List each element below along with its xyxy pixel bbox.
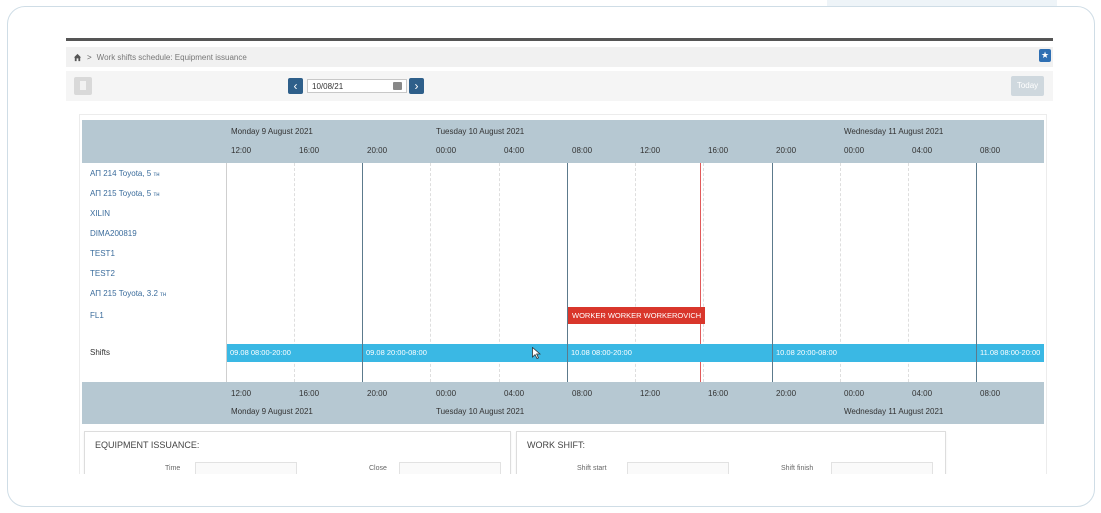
- date-input[interactable]: 10/08/21: [307, 79, 407, 93]
- shift-bar[interactable]: 09.08 08:00-20:00: [227, 344, 362, 362]
- shift-bar[interactable]: 10.08 20:00-08:00: [773, 344, 976, 362]
- document-icon[interactable]: [74, 77, 92, 95]
- day-label-monday: Monday 9 August 2021: [231, 407, 313, 416]
- shift-finish-input[interactable]: [831, 462, 933, 474]
- tick-label: 00:00: [436, 146, 457, 155]
- timeline-grid: Monday 9 August 2021 Tuesday 10 August 2…: [82, 120, 1044, 425]
- equipment-issuance-card: EQUIPMENT ISSUANCE: Time Close: [84, 431, 511, 474]
- date-value: 10/08/21: [312, 82, 344, 91]
- tick-label: 08:00: [572, 389, 593, 398]
- equipment-field-label: Close: [369, 465, 387, 472]
- app-window: > Work shifts schedule: Equipment issuan…: [66, 38, 1053, 474]
- tick-label: 20:00: [367, 146, 388, 155]
- tick-label: 20:00: [776, 389, 797, 398]
- chevron-right-icon: >: [87, 52, 92, 62]
- shift-bar[interactable]: 10.08 08:00-20:00: [568, 344, 772, 362]
- tick-label: 08:00: [980, 389, 1001, 398]
- toolbar: ‹ 10/08/21 › Today: [66, 71, 1053, 101]
- timeline-footer: 12:00 16:00 20:00 00:00 04:00 08:00 12:0…: [82, 382, 1044, 424]
- next-date-button[interactable]: ›: [409, 78, 424, 94]
- tick-label: 16:00: [708, 146, 729, 155]
- tick-label: 16:00: [299, 389, 320, 398]
- prev-date-button[interactable]: ‹: [288, 78, 303, 94]
- tick-label: 00:00: [436, 389, 457, 398]
- mouse-cursor-icon: [532, 347, 541, 359]
- tick-label: 04:00: [912, 389, 933, 398]
- breadcrumb-title[interactable]: Work shifts schedule: Equipment issuance: [97, 53, 247, 62]
- work-shift-card-title: WORK SHIFT:: [527, 440, 585, 450]
- breadcrumb: > Work shifts schedule: Equipment issuan…: [66, 47, 1053, 67]
- tick-label: 12:00: [231, 389, 252, 398]
- equipment-close-input[interactable]: [399, 462, 501, 474]
- resource-labels-column: [82, 163, 227, 382]
- day-label-tuesday: Tuesday 10 August 2021: [436, 127, 525, 136]
- worker-assignment-bar[interactable]: WORKER WORKER WORKEROVICH: [568, 307, 705, 324]
- tick-label: 00:00: [844, 146, 865, 155]
- schedule-panel: Monday 9 August 2021 Tuesday 10 August 2…: [79, 114, 1047, 474]
- shift-field-label: Shift finish: [781, 465, 814, 472]
- tick-label: 20:00: [367, 389, 388, 398]
- tick-label: 16:00: [299, 146, 320, 155]
- day-label-wednesday: Wednesday 11 August 2021: [844, 127, 944, 136]
- shift-bar[interactable]: 11.08 08:00-20:00: [977, 344, 1044, 362]
- equipment-time-input[interactable]: [195, 462, 297, 474]
- app-top-border: [66, 38, 1053, 41]
- tick-label: 04:00: [504, 389, 525, 398]
- home-icon[interactable]: [72, 52, 82, 62]
- work-shift-card: WORK SHIFT: Shift start Shift finish: [516, 431, 946, 474]
- tick-label: 20:00: [776, 146, 797, 155]
- shift-field-label: Shift start: [577, 465, 607, 472]
- tick-label: 00:00: [844, 389, 865, 398]
- day-label-tuesday: Tuesday 10 August 2021: [436, 407, 525, 416]
- tick-label: 16:00: [708, 389, 729, 398]
- bookmark-icon[interactable]: ★: [1039, 49, 1051, 62]
- tick-label: 08:00: [572, 146, 593, 155]
- day-label-monday: Monday 9 August 2021: [231, 127, 313, 136]
- tick-label: 04:00: [504, 146, 525, 155]
- tick-label: 12:00: [231, 146, 252, 155]
- timeline-header: Monday 9 August 2021 Tuesday 10 August 2…: [82, 120, 1044, 163]
- tick-label: 12:00: [640, 146, 661, 155]
- day-label-wednesday: Wednesday 11 August 2021: [844, 407, 944, 416]
- equipment-card-title: EQUIPMENT ISSUANCE:: [95, 440, 200, 450]
- calendar-icon[interactable]: [393, 82, 402, 90]
- tick-label: 12:00: [640, 389, 661, 398]
- equipment-field-label: Time: [165, 465, 181, 472]
- shift-start-input[interactable]: [627, 462, 729, 474]
- today-button[interactable]: Today: [1011, 76, 1044, 96]
- tick-label: 04:00: [912, 146, 933, 155]
- tick-label: 08:00: [980, 146, 1001, 155]
